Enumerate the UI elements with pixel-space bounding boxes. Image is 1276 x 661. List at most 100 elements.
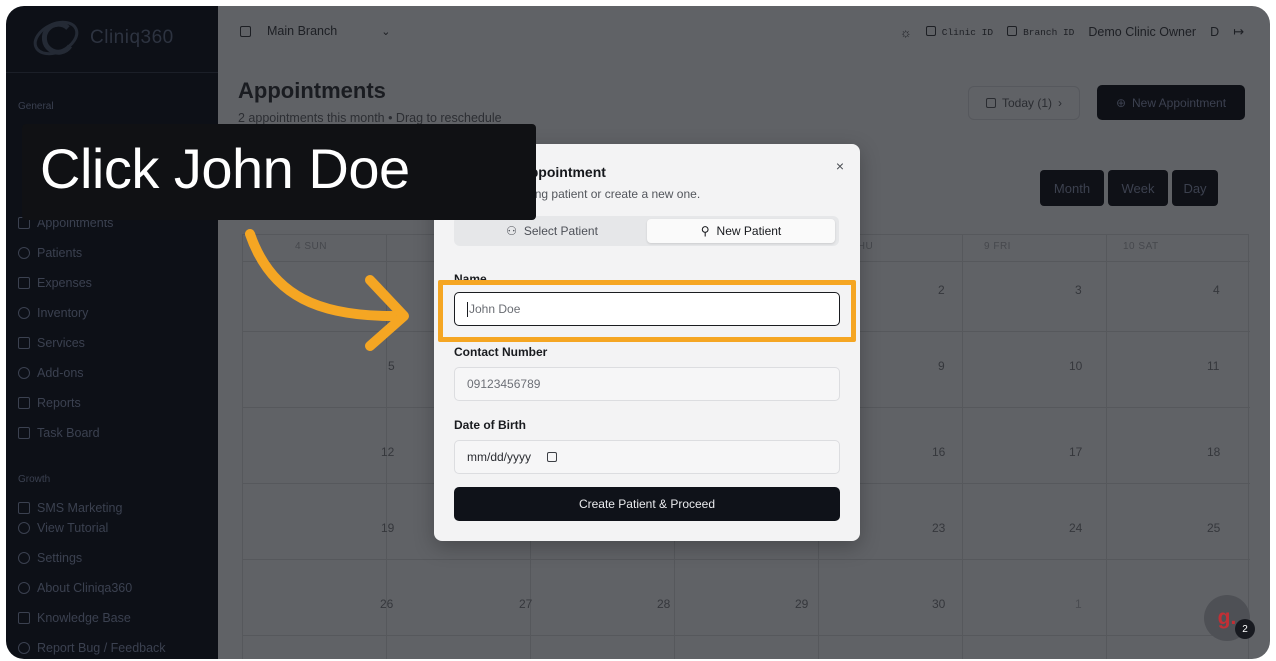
dob-label: Date of Birth: [454, 418, 526, 432]
grid-line: [1106, 235, 1107, 659]
tab-select-patient[interactable]: ⚇ Select Patient: [458, 219, 646, 243]
puzzle-icon: [18, 367, 30, 379]
owner-name: Demo Clinic Owner: [1088, 25, 1197, 39]
building-icon: [240, 25, 251, 37]
sidebar-item-reports[interactable]: Reports: [18, 394, 81, 412]
sidebar-item-label: Settings: [37, 551, 83, 565]
calendar-icon: [985, 98, 996, 108]
calendar-day[interactable]: 26: [380, 597, 393, 611]
today-button[interactable]: Today (1) ›: [968, 86, 1080, 120]
gear-icon: [18, 552, 30, 564]
new-appointment-button[interactable]: ⊕ New Appointment: [1097, 85, 1245, 120]
calendar-day[interactable]: 1: [1075, 597, 1082, 611]
calendar-day[interactable]: 5: [388, 359, 395, 373]
clinic-id-button[interactable]: Clinic ID: [925, 26, 994, 38]
contact-number-input[interactable]: 09123456789: [454, 367, 840, 401]
users-icon: [18, 247, 30, 259]
grid-line: [243, 559, 1250, 560]
tab-day[interactable]: Day: [1172, 170, 1218, 206]
create-patient-button[interactable]: Create Patient & Proceed: [454, 487, 840, 521]
chart-icon: [18, 397, 30, 409]
branch-id-label: Branch ID: [1023, 27, 1075, 38]
services-icon: [18, 337, 30, 349]
user-plus-icon: ⚲: [700, 224, 710, 238]
calendar-day[interactable]: 18: [1207, 445, 1220, 459]
copy-icon: [1007, 26, 1018, 36]
date-of-birth-input[interactable]: mm/dd/yyyy: [454, 440, 840, 474]
calendar-day[interactable]: 27: [519, 597, 532, 611]
highlight-box: [438, 280, 856, 342]
sidebar-item-patients[interactable]: Patients: [18, 244, 82, 262]
sidebar-item-label: Add-ons: [37, 366, 84, 380]
widget-logo: g.: [1217, 606, 1237, 629]
page-subtitle: 2 appointments this month • Drag to resc…: [238, 111, 502, 125]
tab-month[interactable]: Month: [1040, 170, 1104, 206]
tab-week[interactable]: Week: [1108, 170, 1168, 206]
branch-name: Main Branch: [267, 24, 338, 38]
day-header: 10 SAT: [1123, 241, 1159, 252]
sidebar-item-inventory[interactable]: Inventory: [18, 304, 88, 322]
tab-new-patient[interactable]: ⚲ New Patient: [647, 219, 835, 243]
theme-toggle-icon[interactable]: ☼: [900, 25, 912, 40]
sidebar-item-label: About Cliniqa360: [37, 581, 133, 595]
top-bar: Main Branch ⌄ ☼ Clinic ID Branch ID Demo…: [218, 6, 1270, 62]
calendar-day[interactable]: 17: [1069, 445, 1082, 459]
sms-icon: [18, 502, 30, 514]
calendar-day[interactable]: 10: [1069, 359, 1082, 373]
sidebar-item-expenses[interactable]: Expenses: [18, 274, 92, 292]
calendar-day[interactable]: 29: [795, 597, 808, 611]
sidebar-item-settings[interactable]: Settings: [18, 549, 82, 567]
branch-id-button[interactable]: Branch ID: [1007, 26, 1074, 38]
contact-label: Contact Number: [454, 345, 548, 359]
calendar-day[interactable]: 3: [1075, 283, 1082, 297]
day-header: 9 FRI: [984, 241, 1011, 252]
top-right-controls: ☼ Clinic ID Branch ID Demo Clinic Owner …: [900, 24, 1244, 40]
users-icon: ⚇: [506, 224, 517, 238]
calendar-day[interactable]: 25: [1207, 521, 1220, 535]
sidebar-item-label: Knowledge Base: [37, 611, 131, 625]
sidebar-item-label: Reports: [37, 396, 81, 410]
info-icon: [18, 582, 30, 594]
tab-label: New Patient: [716, 224, 782, 238]
sidebar-item-task-board[interactable]: Task Board: [18, 424, 100, 442]
sidebar-item-report-bug[interactable]: Report Bug / Feedback: [18, 639, 166, 657]
grid-line: [243, 635, 1250, 636]
clinic-id-label: Clinic ID: [941, 27, 994, 38]
sidebar-item-knowledge-base[interactable]: Knowledge Base: [18, 609, 131, 627]
calendar-day[interactable]: 12: [381, 445, 394, 459]
calendar-day[interactable]: 11: [1207, 359, 1219, 373]
sidebar-item-about[interactable]: About Cliniqa360: [18, 579, 132, 597]
calendar-day[interactable]: 28: [657, 597, 670, 611]
calendar-day[interactable]: 16: [932, 445, 945, 459]
dob-placeholder: mm/dd/yyyy: [467, 450, 532, 464]
calendar-day[interactable]: 23: [932, 521, 945, 535]
sidebar-item-sms-marketing[interactable]: SMS Marketing: [18, 499, 122, 517]
avatar[interactable]: D: [1210, 25, 1219, 39]
app-window: Cliniq360 General Appointments Patients …: [6, 6, 1270, 659]
calendar-day[interactable]: 30: [932, 597, 945, 611]
copy-icon: [925, 26, 936, 36]
boxes-icon: [18, 307, 30, 319]
logo-text: Cliniq360: [90, 27, 174, 48]
calendar-day[interactable]: 2: [938, 283, 945, 297]
logout-icon[interactable]: ↦: [1233, 24, 1244, 40]
calendar-day[interactable]: 24: [1069, 521, 1082, 535]
calendar-icon[interactable]: [547, 452, 558, 462]
calendar-day[interactable]: 9: [938, 359, 945, 373]
book-icon: [18, 612, 30, 624]
view-tabs: Month Week Day: [1040, 170, 1218, 206]
sidebar-item-label: Task Board: [37, 426, 100, 440]
pointer-arrow-icon: [245, 229, 409, 351]
branch-selector[interactable]: Main Branch ⌄: [240, 24, 390, 38]
close-icon[interactable]: ×: [836, 158, 844, 174]
sidebar-item-label: Inventory: [37, 306, 89, 320]
sidebar-item-add-ons[interactable]: Add-ons: [18, 364, 84, 382]
calendar-day[interactable]: 4: [1213, 283, 1220, 297]
calendar-day[interactable]: 19: [381, 521, 394, 535]
instruction-text: Click John Doe: [40, 137, 410, 200]
chevron-right-icon: ›: [1058, 96, 1063, 110]
sidebar-item-services[interactable]: Services: [18, 334, 85, 352]
notification-badge: 2: [1235, 619, 1255, 639]
sidebar-item-view-tutorial[interactable]: View Tutorial: [18, 519, 108, 537]
tab-label: Select Patient: [523, 224, 598, 238]
